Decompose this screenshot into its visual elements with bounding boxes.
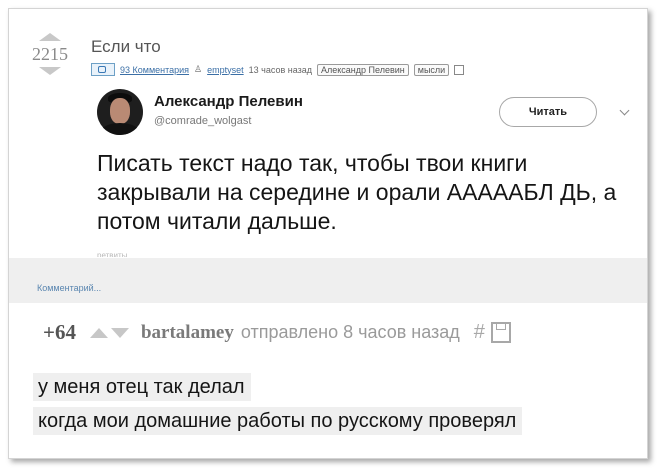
upvote-arrow-icon[interactable] [39,33,61,41]
avatar[interactable] [97,89,143,135]
tweet-text: Писать текст надо так, чтобы твои книги … [97,150,617,234]
downvote-arrow-icon[interactable] [110,327,129,338]
comment-score: +64 [43,320,76,344]
post-meta: 93 Комментария ♙ emptyset 13 часов назад… [91,63,465,76]
comment: +64 bartalamey отправлено 8 часов назад … [9,305,647,458]
tweet-author-handle[interactable]: @comrade_wolgast [154,115,251,127]
post-title[interactable]: Если что [91,37,161,57]
comment-author[interactable]: bartalamey [141,322,234,344]
comment-input[interactable]: Комментарий... [9,258,647,303]
tag[interactable]: Александр Пелевин [317,63,409,76]
follow-button[interactable]: Читать [499,97,597,127]
save-icon[interactable] [490,322,511,343]
chevron-down-icon[interactable] [619,105,630,116]
comment-input-placeholder: Комментарий... [37,283,102,293]
comment-time: отправлено 8 часов назад [240,322,460,342]
image-post-icon [91,63,115,76]
downvote-arrow-icon[interactable] [39,67,61,75]
post-time: 13 часов назад [248,64,312,75]
tag[interactable]: мысли [413,63,450,76]
author-link[interactable]: emptyset [207,65,244,75]
user-icon: ♙ [194,64,203,74]
upvote-arrow-icon[interactable] [89,327,108,338]
post-score: 2215 [32,44,68,64]
screenshot-frame: 2215 Если что 93 Комментария ♙ emptyset … [8,8,648,459]
tweet-cut-text: ретвиты [97,251,128,257]
tweet-author-name[interactable]: Александр Пелевин [154,93,303,110]
comment-text-line: у меня отец так делал [33,373,251,401]
save-icon[interactable] [454,64,465,75]
comments-link[interactable]: 93 Комментария [120,65,189,75]
post-vote: 2215 [27,33,73,75]
comment-text-line: когда мои домашние работы по русскому пр… [33,407,523,435]
comment-header: +64 bartalamey отправлено 8 часов назад … [43,320,511,345]
post: 2215 Если что 93 Комментария ♙ emptyset … [9,9,647,257]
comment-permalink[interactable]: # [474,321,485,344]
